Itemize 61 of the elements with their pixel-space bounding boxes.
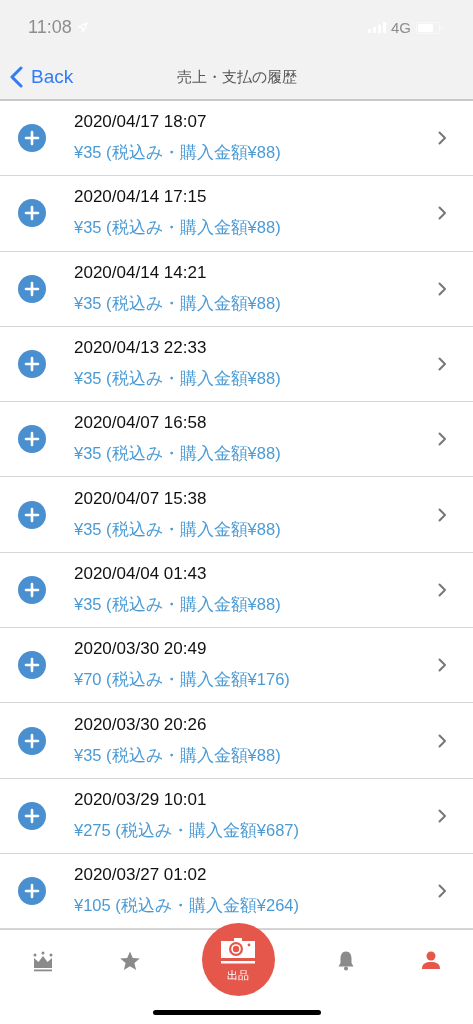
row-amount: ¥35 (税込み・購入金額¥88): [74, 142, 282, 164]
sell-button[interactable]: 出品: [202, 923, 275, 997]
plus-icon: [18, 575, 46, 604]
row-date: 2020/04/13 22:33: [74, 338, 208, 359]
plus-icon: [18, 801, 46, 830]
back-button[interactable]: Back: [0, 66, 74, 88]
chevron-left-icon: [10, 66, 23, 88]
row-date: 2020/03/30 20:49: [74, 639, 208, 660]
chevron-icon: [438, 507, 447, 522]
history-row[interactable]: 2020/03/30 20:26 ¥35 (税込み・購入金額¥88): [0, 703, 473, 779]
row-amount: ¥35 (税込み・購入金額¥88): [74, 217, 282, 239]
plus-icon: [18, 274, 46, 303]
row-date: 2020/03/27 01:02: [74, 865, 208, 886]
row-date: 2020/03/29 10:01: [74, 789, 208, 810]
row-date: 2020/04/04 01:43: [74, 563, 208, 584]
row-date: 2020/04/14 17:15: [74, 187, 208, 208]
history-row[interactable]: 2020/04/14 14:21 ¥35 (税込み・購入金額¥88): [0, 251, 473, 327]
chevron-icon: [438, 206, 447, 221]
plus-icon: [18, 425, 46, 454]
chevron-icon: [438, 131, 447, 146]
chevron-icon: [438, 808, 447, 823]
plus-icon: [18, 651, 46, 680]
history-row[interactable]: 2020/04/07 16:58 ¥35 (税込み・購入金額¥88): [0, 402, 473, 478]
plus-icon: [18, 199, 46, 228]
row-amount: ¥35 (税込み・購入金額¥88): [74, 292, 282, 314]
chevron-icon: [438, 733, 447, 748]
row-amount: ¥70 (税込み・購入金額¥176): [74, 669, 291, 691]
row-amount: ¥35 (税込み・購入金額¥88): [74, 744, 282, 766]
plus-icon: [18, 124, 46, 153]
row-date: 2020/03/30 20:26: [74, 714, 208, 735]
history-row[interactable]: 2020/04/07 15:38 ¥35 (税込み・購入金額¥88): [0, 477, 473, 553]
row-amount: ¥105 (税込み・購入金額¥264): [74, 895, 300, 917]
network-label: 4G: [391, 19, 411, 36]
history-row[interactable]: 2020/04/13 22:33 ¥35 (税込み・購入金額¥88): [0, 326, 473, 403]
camera-icon: [220, 936, 257, 965]
row-amount: ¥35 (税込み・購入金額¥88): [74, 368, 282, 390]
history-row[interactable]: 2020/04/17 18:07 ¥35 (税込み・購入金額¥88): [0, 101, 473, 177]
chevron-icon: [438, 884, 447, 899]
plus-icon: [18, 350, 46, 379]
plus-icon: [18, 500, 46, 529]
chevron-icon: [438, 658, 447, 673]
history-row[interactable]: 2020/03/30 20:49 ¥70 (税込み・購入金額¥176): [0, 628, 473, 704]
row-date: 2020/04/14 14:21: [74, 262, 208, 283]
history-row[interactable]: 2020/03/29 10:01 ¥275 (税込み・購入金額¥687): [0, 778, 473, 854]
status-time: 11:08: [28, 17, 72, 38]
chevron-icon: [438, 357, 447, 372]
chevron-icon: [438, 281, 447, 296]
row-date: 2020/04/07 15:38: [74, 488, 208, 509]
row-date: 2020/04/17 18:07: [74, 112, 208, 133]
chevron-icon: [438, 432, 447, 447]
row-amount: ¥35 (税込み・購入金額¥88): [74, 518, 282, 540]
page-title: 売上・支払の履歴: [176, 67, 297, 87]
row-date: 2020/04/07 16:58: [74, 413, 208, 434]
plus-icon: [18, 877, 46, 906]
row-amount: ¥275 (税込み・購入金額¥687): [74, 819, 300, 841]
chevron-icon: [438, 582, 447, 597]
history-row[interactable]: 2020/04/14 17:15 ¥35 (税込み・購入金額¥88): [0, 176, 473, 252]
row-amount: ¥35 (税込み・購入金額¥88): [74, 443, 282, 465]
plus-icon: [18, 726, 46, 755]
history-row[interactable]: 2020/04/04 01:43 ¥35 (税込み・購入金額¥88): [0, 552, 473, 629]
row-amount: ¥35 (税込み・購入金額¥88): [74, 593, 282, 615]
